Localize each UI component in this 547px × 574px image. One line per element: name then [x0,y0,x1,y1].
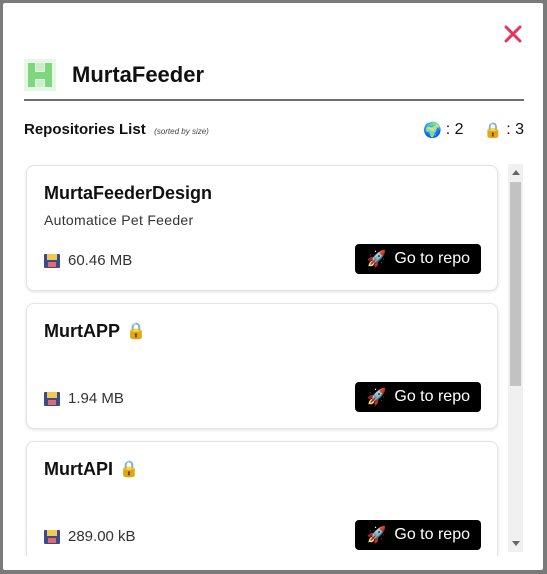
floppy-disk-icon [44,391,60,406]
app-title: MurtaFeeder [72,62,205,87]
go-to-repo-label: Go to repo [394,250,470,267]
repo-name: MurtAPP 🔒 [44,321,146,342]
go-to-repo-button[interactable]: 🚀 Go to repo [355,244,481,274]
repo-size-text: 1.94 MB [68,390,124,407]
go-to-repo-label: Go to repo [394,388,470,405]
list-subtitle: (sorted by size) [154,127,209,136]
repo-description: Automatice Pet Feeder [44,212,194,228]
close-button[interactable] [500,21,526,47]
repo-name-text: MurtaFeederDesign [44,183,213,203]
lock-icon: 🔒 [483,122,503,139]
go-to-repo-button[interactable]: 🚀 Go to repo [355,382,481,412]
repo-size-text: 60.46 MB [68,252,133,269]
scrollbar[interactable] [508,164,523,552]
popup-window: MurtaFeeder Repositories List (sorted by… [3,3,543,570]
globe-icon: 🌍 [423,122,442,139]
close-icon [504,25,522,43]
lock-icon: 🔒 [126,323,146,340]
floppy-disk-icon [44,529,60,544]
go-to-repo-button[interactable]: 🚀 Go to repo [355,520,481,550]
repo-size: 289.00 kB [44,528,136,545]
repo-size: 60.46 MB [44,252,132,269]
app-header: MurtaFeeder [24,59,524,101]
lock-icon: 🔒 [119,461,139,478]
scroll-up-arrow-icon[interactable] [512,170,520,175]
rocket-icon: 🚀 [366,389,387,406]
repo-name-text: MurtAPI [44,459,113,479]
repo-counts: 🌍 : 2 🔒 : 3 [423,121,524,139]
repo-card: MurtAPI 🔒 289.00 kB 🚀 Go to repo [26,441,498,556]
repo-size: 1.94 MB [44,390,124,407]
rocket-icon: 🚀 [366,527,387,544]
repo-card: MurtaFeederDesign Automatice Pet Feeder … [26,165,498,291]
list-header: Repositories List (sorted by size) 🌍 : 2… [24,121,524,143]
repo-size-text: 289.00 kB [68,528,136,545]
repo-name: MurtAPI 🔒 [44,459,139,480]
public-count: : 2 [445,121,464,138]
repo-list[interactable]: MurtaFeederDesign Automatice Pet Feeder … [24,163,504,556]
repo-card: MurtAPP 🔒 1.94 MB 🚀 Go to repo [26,303,498,429]
private-count: : 3 [506,121,524,138]
floppy-disk-icon [44,253,60,268]
scrollbar-thumb[interactable] [510,182,521,386]
app-logo-icon [24,59,56,91]
repo-name: MurtaFeederDesign [44,183,212,204]
scroll-down-arrow-icon[interactable] [512,541,520,546]
repo-name-text: MurtAPP [44,321,120,341]
list-title: Repositories List [24,121,146,138]
go-to-repo-label: Go to repo [394,526,470,543]
rocket-icon: 🚀 [366,251,387,268]
